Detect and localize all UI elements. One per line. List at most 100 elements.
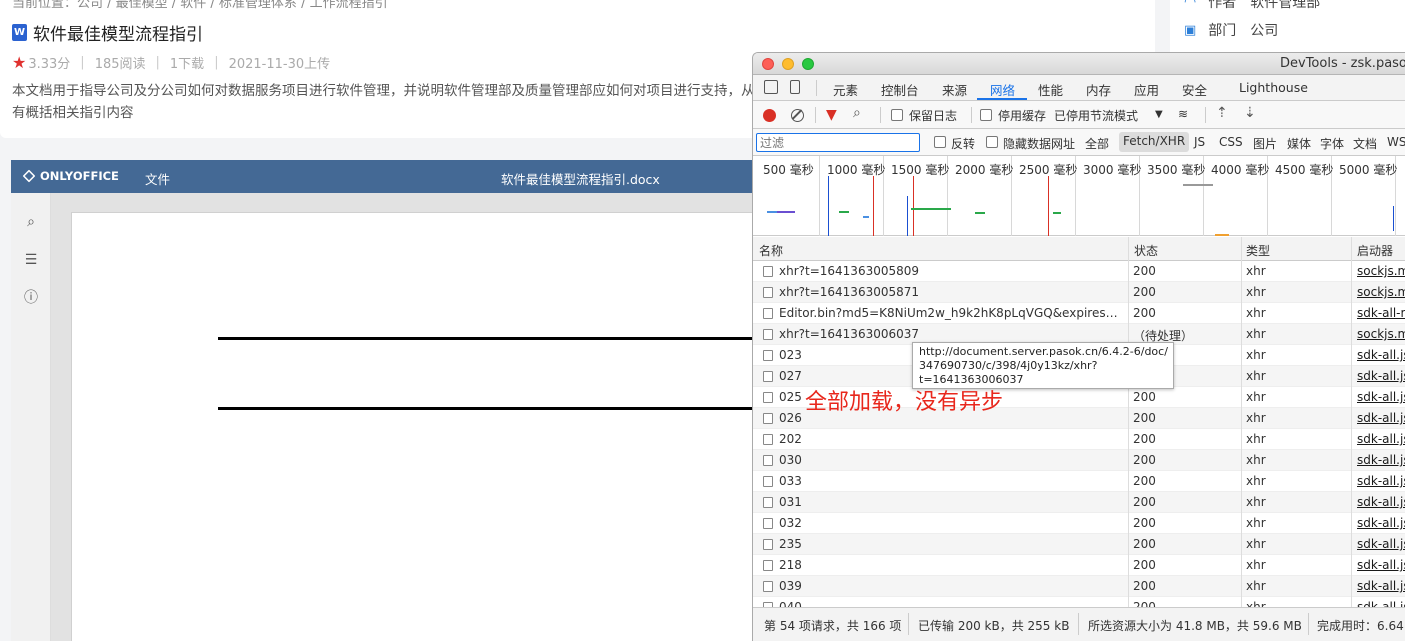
device-toggle-icon[interactable] <box>790 80 800 94</box>
network-overview[interactable]: 500 毫秒 1000 毫秒 1500 毫秒 2000 毫秒 2500 毫秒 3000 毫… <box>753 156 1405 236</box>
disable-cache-checkbox[interactable] <box>980 109 992 121</box>
request-initiator[interactable]: sdk-all.js <box>1357 516 1405 530</box>
table-row[interactable]: 039 200 xhr sdk-all.js <box>753 576 1405 597</box>
filter-doc[interactable]: 文档 <box>1353 135 1377 152</box>
onlyoffice-logo: ONLYOFFICE <box>22 169 119 183</box>
outline-icon[interactable]: ☰ <box>22 251 40 269</box>
table-row[interactable]: xhr?t=1641363005871 200 xhr sockjs.min.js <box>753 282 1405 303</box>
department-value[interactable]: 公司 <box>1250 20 1278 40</box>
close-button[interactable] <box>762 58 774 70</box>
request-initiator[interactable]: sdk-all.js <box>1357 495 1405 509</box>
filter-media[interactable]: 媒体 <box>1287 135 1311 152</box>
request-initiator[interactable]: sdk-all.js <box>1357 474 1405 488</box>
network-conditions-icon[interactable]: ≋ <box>1178 107 1188 121</box>
chevron-down-icon[interactable]: ▼ <box>1155 109 1163 120</box>
request-type: xhr <box>1246 348 1266 362</box>
tab-sources[interactable]: 来源 <box>942 80 967 99</box>
breadcrumb: 当前位置：公司 / 最佳模型 / 软件 / 标准管理体系 / 工作流程指引 <box>12 0 388 11</box>
tab-performance[interactable]: 性能 <box>1038 80 1063 99</box>
tab-network[interactable]: 网络 <box>990 80 1015 99</box>
zoom-button[interactable] <box>802 58 814 70</box>
preserve-log-checkbox[interactable] <box>891 109 903 121</box>
column-initiator[interactable]: 启动器 <box>1357 242 1393 259</box>
horizontal-rule <box>218 337 778 340</box>
table-row[interactable]: 032 200 xhr sdk-all.js <box>753 513 1405 534</box>
request-name[interactable]: 218 <box>779 558 1124 572</box>
column-type[interactable]: 类型 <box>1246 242 1270 259</box>
request-initiator[interactable]: sdk-all.js <box>1357 579 1405 593</box>
hide-data-urls-label: 隐藏数据网址 <box>1003 137 1076 151</box>
disable-cache-label: 停用缓存 <box>998 109 1047 123</box>
request-initiator[interactable]: sdk-all.js <box>1357 558 1405 572</box>
filter-all[interactable]: 全部 <box>1085 135 1109 152</box>
request-name[interactable]: 031 <box>779 495 1124 509</box>
request-name[interactable]: 033 <box>779 474 1124 488</box>
table-row[interactable]: 235 200 xhr sdk-all.js <box>753 534 1405 555</box>
author-value[interactable]: 软件管理部 <box>1250 0 1320 12</box>
request-initiator[interactable]: sdk-all.js <box>1357 432 1405 446</box>
request-name[interactable]: 039 <box>779 579 1124 593</box>
request-name[interactable]: xhr?t=1641363005871 <box>779 285 1124 299</box>
download-count: 1下载 <box>169 57 205 72</box>
request-name[interactable]: 032 <box>779 516 1124 530</box>
request-initiator[interactable]: sdk-all.js <box>1357 348 1405 362</box>
upload-icon[interactable]: ⇡ <box>1216 105 1228 121</box>
filter-icon[interactable]: ▼ <box>826 107 837 123</box>
minimize-button[interactable] <box>782 58 794 70</box>
request-initiator[interactable]: sockjs.min.js <box>1357 285 1405 299</box>
request-name[interactable]: xhr?t=1641363006037 <box>779 327 1124 341</box>
table-row[interactable]: 202 200 xhr sdk-all.js <box>753 429 1405 450</box>
filter-fetch-xhr[interactable]: Fetch/XHR <box>1119 132 1190 152</box>
hide-data-urls-checkbox[interactable] <box>986 136 998 148</box>
search-icon[interactable]: ⌕ <box>853 105 861 121</box>
filter-ws[interactable]: WS <box>1387 135 1405 149</box>
inspect-element-icon[interactable] <box>764 80 778 94</box>
request-name[interactable]: xhr?t=1641363005809 <box>779 264 1124 278</box>
search-icon[interactable]: ⌕ <box>22 213 40 231</box>
request-status: 200 <box>1133 285 1156 299</box>
request-name[interactable]: 202 <box>779 432 1124 446</box>
request-name[interactable]: 235 <box>779 537 1124 551</box>
tab-memory[interactable]: 内存 <box>1086 80 1111 99</box>
throttle-select[interactable]: 已停用节流模式 <box>1054 107 1138 124</box>
column-status[interactable]: 状态 <box>1134 242 1158 259</box>
tab-lighthouse[interactable]: Lighthouse <box>1239 80 1308 95</box>
request-count: 第 54 项请求，共 166 项 <box>764 619 902 633</box>
request-initiator[interactable]: sdk-all.js <box>1357 369 1405 383</box>
filter-font[interactable]: 字体 <box>1320 135 1344 152</box>
request-initiator[interactable]: sdk-all.js <box>1357 390 1405 404</box>
file-icon <box>763 371 773 382</box>
tab-application[interactable]: 应用 <box>1134 80 1159 99</box>
filter-css[interactable]: CSS <box>1219 135 1243 149</box>
request-initiator[interactable]: sdk-all.js <box>1357 453 1405 467</box>
request-initiator[interactable]: sockjs.min.js <box>1357 264 1405 278</box>
tab-elements[interactable]: 元素 <box>833 80 858 99</box>
tab-console[interactable]: 控制台 <box>881 80 919 99</box>
table-row[interactable]: 030 200 xhr sdk-all.js <box>753 450 1405 471</box>
record-button[interactable] <box>763 109 776 122</box>
file-menu[interactable]: 文件 <box>145 169 170 188</box>
table-row[interactable]: 218 200 xhr sdk-all.js <box>753 555 1405 576</box>
file-icon <box>763 518 773 529</box>
filter-js[interactable]: JS <box>1194 135 1205 149</box>
request-initiator[interactable]: sdk-all-min.js <box>1357 306 1405 320</box>
devtools-titlebar: DevTools - zsk.pasok.cn <box>753 53 1405 75</box>
table-row[interactable]: 033 200 xhr sdk-all.js <box>753 471 1405 492</box>
table-row[interactable]: Editor.bin?md5=K8NiUm2w_h9k2hK8pLqVGQ&ex… <box>753 303 1405 324</box>
download-icon[interactable]: ⇣ <box>1244 105 1256 121</box>
request-name[interactable]: 030 <box>779 453 1124 467</box>
request-initiator[interactable]: sdk-all.js <box>1357 411 1405 425</box>
info-icon[interactable]: ⓘ <box>22 289 40 307</box>
filter-input[interactable] <box>756 133 920 152</box>
request-initiator[interactable]: sdk-all.js <box>1357 537 1405 551</box>
request-type: xhr <box>1246 432 1266 446</box>
table-row[interactable]: 031 200 xhr sdk-all.js <box>753 492 1405 513</box>
request-initiator[interactable]: sockjs.min.js <box>1357 327 1405 341</box>
column-name[interactable]: 名称 <box>759 242 783 259</box>
filter-img[interactable]: 图片 <box>1253 135 1277 152</box>
tab-security[interactable]: 安全 <box>1182 80 1207 99</box>
request-name[interactable]: Editor.bin?md5=K8NiUm2w_h9k2hK8pLqVGQ&ex… <box>779 306 1124 320</box>
invert-checkbox[interactable] <box>934 136 946 148</box>
clear-button[interactable] <box>791 109 804 122</box>
table-row[interactable]: xhr?t=1641363005809 200 xhr sockjs.min.js <box>753 261 1405 282</box>
